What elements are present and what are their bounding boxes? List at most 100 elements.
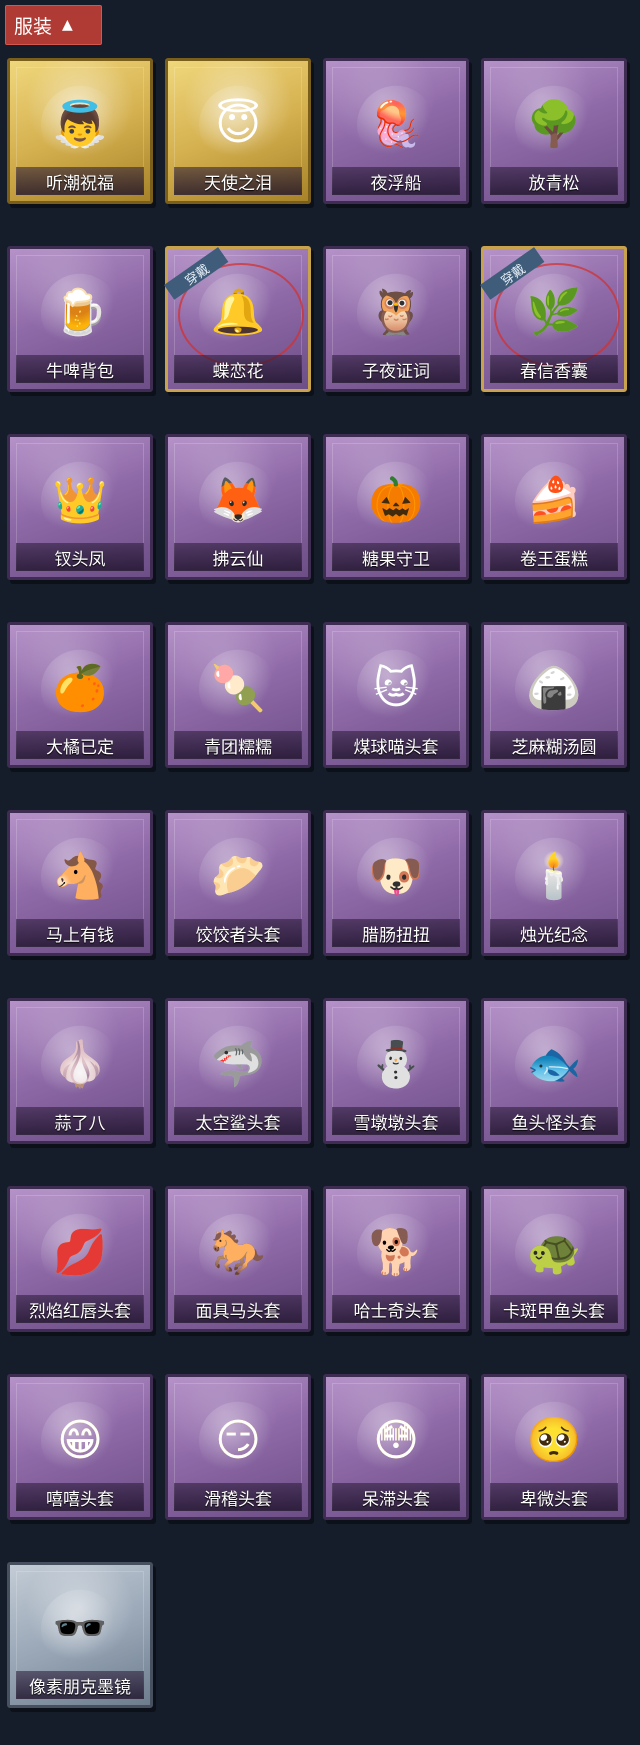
candle-head-icon: 🕯️ (515, 837, 593, 916)
garlic-head-icon: 🧄 (41, 1025, 119, 1104)
item-name: 子夜证词 (362, 361, 430, 382)
item-label-bar: 夜浮船 (332, 167, 460, 195)
costume-item-card[interactable]: 🍙 芝麻糊汤圆 (481, 622, 627, 768)
costume-item-card[interactable]: 👼 听潮祝福 (7, 58, 153, 204)
item-label-bar: 子夜证词 (332, 355, 460, 383)
item-label-bar: 蝶恋花 (174, 355, 302, 383)
costume-item-card[interactable]: 🐢 卡斑甲鱼头套 (481, 1186, 627, 1332)
item-label-bar: 卡斑甲鱼头套 (490, 1295, 618, 1323)
snowman-head-icon: ⛄ (357, 1025, 435, 1104)
turtle-head-icon: 🐢 (515, 1213, 593, 1292)
item-name: 卡斑甲鱼头套 (503, 1301, 605, 1322)
item-name: 糖果守卫 (362, 549, 430, 570)
item-label-bar: 青团糯糯 (174, 731, 302, 759)
item-name: 卷王蛋糕 (520, 549, 588, 570)
item-label-bar: 马上有钱 (16, 919, 144, 947)
item-name: 夜浮船 (370, 173, 422, 194)
roll-cake-icon: 🍰 (515, 461, 593, 540)
pixel-sunglasses-icon: 🕶️ (41, 1589, 119, 1668)
item-label-bar: 太空鲨头套 (174, 1107, 302, 1135)
costume-item-card[interactable]: 🎃 糖果守卫 (323, 434, 469, 580)
angel-wings-icon: 😇 (199, 85, 277, 164)
costume-item-card[interactable]: 🕶️ 像素朋克墨镜 (7, 1562, 153, 1708)
item-name: 饺饺者头套 (195, 925, 281, 946)
costume-item-card[interactable]: 🐎 面具马头套 (165, 1186, 311, 1332)
costume-item-card[interactable]: 🍰 卷王蛋糕 (481, 434, 627, 580)
costume-item-card[interactable]: ⛄ 雪墩墩头套 (323, 998, 469, 1144)
costume-item-card[interactable]: 😏 滑稽头套 (165, 1374, 311, 1520)
item-name: 卑微头套 (520, 1489, 588, 1510)
costume-item-card[interactable]: 🍡 青团糯糯 (165, 622, 311, 768)
cat-head-icon: 🐱 (357, 649, 435, 728)
costume-item-card[interactable]: 🐴 马上有钱 (7, 810, 153, 956)
costume-item-card[interactable]: 😳 呆滞头套 (323, 1374, 469, 1520)
costume-section-toggle[interactable]: 服装 ▲ (5, 5, 102, 45)
costume-item-card[interactable]: 😁 嘻嘻头套 (7, 1374, 153, 1520)
costume-item-card[interactable]: 🍺 牛啤背包 (7, 246, 153, 392)
item-name: 哈士奇头套 (353, 1301, 439, 1322)
jellyfish-icon: 🪼 (357, 85, 435, 164)
fish-head-icon: 🐟 (515, 1025, 593, 1104)
item-name: 马上有钱 (46, 925, 114, 946)
costume-item-card[interactable]: 🧄 蒜了八 (7, 998, 153, 1144)
horse-mask-icon: 🐎 (199, 1213, 277, 1292)
costume-item-card[interactable]: 🪼 夜浮船 (323, 58, 469, 204)
item-name: 呆滞头套 (362, 1489, 430, 1510)
beer-barrel-backpack-icon: 🍺 (41, 273, 119, 352)
costume-item-card[interactable]: 🦉 子夜证词 (323, 246, 469, 392)
sachet-icon: 🌿 (515, 273, 593, 352)
item-label-bar: 卷王蛋糕 (490, 543, 618, 571)
item-name: 太空鲨头套 (195, 1113, 281, 1134)
bonsai-tree-icon: 🌳 (515, 85, 593, 164)
costume-item-card[interactable]: 🐱 煤球喵头套 (323, 622, 469, 768)
chevron-up-icon: ▲ (62, 17, 73, 33)
item-name: 鱼头怪头套 (511, 1113, 597, 1134)
opera-figure-icon: 👑 (41, 461, 119, 540)
item-label-bar: 呆滞头套 (332, 1483, 460, 1511)
costume-item-card[interactable]: 🐟 鱼头怪头套 (481, 998, 627, 1144)
item-label-bar: 饺饺者头套 (174, 919, 302, 947)
item-name: 面具马头套 (195, 1301, 281, 1322)
costume-item-card[interactable]: 🌿 穿戴 春信香囊 (480, 246, 627, 392)
costume-item-card[interactable]: 🍊 大橘已定 (7, 622, 153, 768)
item-label-bar: 芝麻糊汤圆 (490, 731, 618, 759)
pleading-face-icon: 🥺 (515, 1401, 593, 1480)
pumpkin-scarecrow-icon: 🎃 (357, 461, 435, 540)
item-name: 嘻嘻头套 (46, 1489, 114, 1510)
item-label-bar: 卑微头套 (490, 1483, 618, 1511)
item-label-bar: 放青松 (490, 167, 618, 195)
smirk-face-icon: 😏 (199, 1401, 277, 1480)
costume-item-card[interactable]: 😇 天使之泪 (165, 58, 311, 204)
angel-mannequin-icon: 👼 (41, 85, 119, 164)
costume-item-card[interactable]: 🥟 饺饺者头套 (165, 810, 311, 956)
costume-item-card[interactable]: 💋 烈焰红唇头套 (7, 1186, 153, 1332)
dog-head-icon: 🐶 (357, 837, 435, 916)
red-horse-head-icon: 🐴 (41, 837, 119, 916)
item-label-bar: 烛光纪念 (490, 919, 618, 947)
item-name: 拂云仙 (212, 549, 264, 570)
item-name: 青团糯糯 (204, 737, 272, 758)
yellow-mouse-mask-icon: 💋 (41, 1213, 119, 1292)
item-name: 像素朋克墨镜 (29, 1677, 131, 1698)
item-label-bar: 听潮祝福 (16, 167, 144, 195)
item-name: 天使之泪 (204, 173, 272, 194)
orange-slice-icon: 🍊 (41, 649, 119, 728)
item-name: 大橘已定 (46, 737, 114, 758)
costume-item-card[interactable]: 🦈 太空鲨头套 (165, 998, 311, 1144)
dumpling-head-icon: 🥟 (199, 837, 277, 916)
costume-item-card[interactable]: 🥺 卑微头套 (481, 1374, 627, 1520)
rice-ball-icon: 🍙 (515, 649, 593, 728)
item-label-bar: 拂云仙 (174, 543, 302, 571)
costume-item-card[interactable]: 🕯️ 烛光纪念 (481, 810, 627, 956)
costume-item-card[interactable]: 🔔 穿戴 蝶恋花 (164, 246, 311, 392)
costume-item-card[interactable]: 🐕 哈士奇头套 (323, 1186, 469, 1332)
item-label-bar: 春信香囊 (490, 355, 618, 383)
shark-head-icon: 🦈 (199, 1025, 277, 1104)
costume-grid: 👼 听潮祝福 😇 天使之泪 🪼 夜浮船 🌳 放青松 🍺 牛啤背包 🔔 穿戴 蝶恋花 🦉 子夜证词 🌿 穿戴 春信香… (7, 58, 637, 1708)
item-label-bar: 面具马头套 (174, 1295, 302, 1323)
costume-item-card[interactable]: 🐶 腊肠扭扭 (323, 810, 469, 956)
owl-figure-icon: 🦉 (357, 273, 435, 352)
costume-item-card[interactable]: 🌳 放青松 (481, 58, 627, 204)
costume-item-card[interactable]: 👑 钗头凤 (7, 434, 153, 580)
costume-item-card[interactable]: 🦊 拂云仙 (165, 434, 311, 580)
